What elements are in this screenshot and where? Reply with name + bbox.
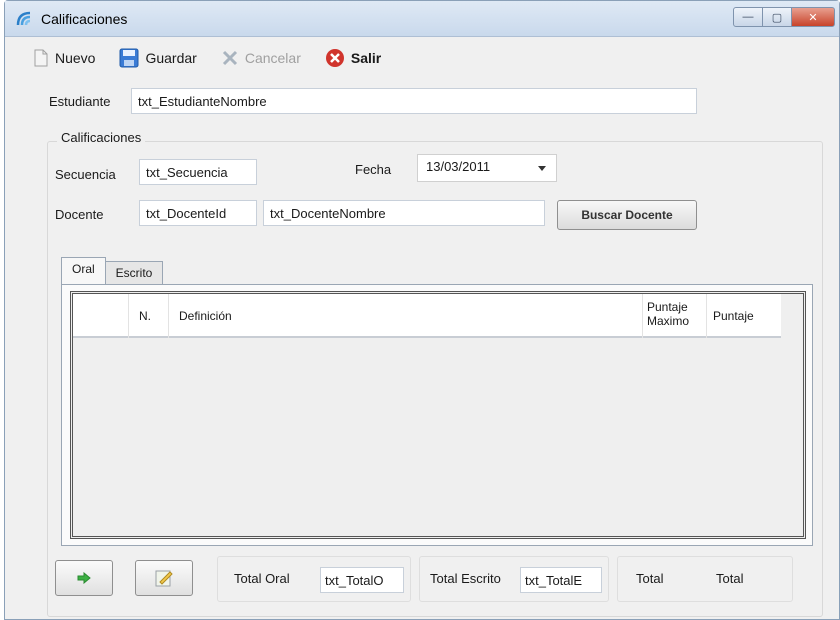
- column-header-max-score[interactable]: Puntaje Maximo: [643, 294, 707, 338]
- tab-oral[interactable]: Oral: [61, 257, 106, 285]
- save-floppy-icon: [119, 48, 139, 68]
- save-button-label: Guardar: [145, 50, 197, 66]
- window-controls: — ▢ ✕: [733, 7, 835, 29]
- oral-total-label: Total Oral: [234, 571, 290, 586]
- tab-escrito[interactable]: Escrito: [104, 261, 164, 285]
- edit-button[interactable]: [135, 560, 193, 596]
- grid-header: N. Definición Puntaje Maximo Puntaje: [73, 294, 781, 338]
- exit-button[interactable]: Salir: [325, 48, 381, 68]
- cancel-x-icon: [222, 50, 237, 66]
- written-total-label: Total Escrito: [430, 571, 501, 586]
- column-header-definition-label: Definición: [179, 309, 232, 323]
- new-document-icon: [34, 49, 48, 67]
- toolbar: Nuevo Guardar Cancelar Salir: [5, 45, 839, 71]
- column-header-score[interactable]: Puntaje: [707, 294, 781, 338]
- tab-strip: Oral Escrito: [61, 257, 164, 285]
- column-header-number-label: N.: [139, 309, 151, 323]
- minimize-button[interactable]: —: [733, 7, 763, 27]
- cancel-button-label: Cancelar: [244, 50, 301, 66]
- search-teacher-button[interactable]: Buscar Docente: [557, 200, 697, 230]
- sequence-field[interactable]: txt_Secuencia: [139, 159, 257, 185]
- written-total-box: Total Escrito txt_TotalE: [419, 556, 609, 602]
- grid-row-header-corner: [73, 294, 129, 338]
- calificaciones-window: Calificaciones — ▢ ✕ Nuevo Guardar Cance…: [4, 0, 840, 620]
- close-button[interactable]: ✕: [791, 7, 835, 27]
- student-label: Estudiante: [49, 94, 111, 109]
- grades-group-label: Calificaciones: [57, 130, 146, 145]
- edit-note-icon: [155, 570, 173, 587]
- column-header-score-label: Puntaje: [713, 309, 754, 323]
- app-icon: [16, 11, 31, 26]
- date-value: 13/03/2011: [426, 159, 491, 174]
- grand-total-box: Total Total: [617, 556, 793, 602]
- column-header-max-score-label: Puntaje Maximo: [647, 300, 690, 328]
- cancel-button[interactable]: Cancelar: [221, 49, 301, 67]
- column-header-number[interactable]: N.: [129, 294, 169, 338]
- oral-total-box: Total Oral txt_TotalO: [217, 556, 411, 602]
- column-header-definition[interactable]: Definición: [169, 294, 643, 338]
- window-title: Calificaciones: [41, 11, 128, 27]
- student-name-field[interactable]: txt_EstudianteNombre: [131, 88, 697, 114]
- grades-grid[interactable]: N. Definición Puntaje Maximo Puntaje: [70, 291, 806, 539]
- exit-button-label: Salir: [350, 50, 382, 66]
- teacher-name-field[interactable]: txt_DocenteNombre: [263, 200, 545, 226]
- teacher-id-field[interactable]: txt_DocenteId: [139, 200, 257, 226]
- teacher-label: Docente: [55, 207, 104, 222]
- written-total-field[interactable]: txt_TotalE: [520, 567, 602, 593]
- next-button[interactable]: [55, 560, 113, 596]
- maximize-button[interactable]: ▢: [762, 7, 792, 27]
- arrow-right-icon: [77, 572, 91, 584]
- grand-total-label: Total: [636, 571, 664, 586]
- new-button-label: Nuevo: [55, 50, 96, 66]
- date-picker[interactable]: 13/03/2011: [417, 154, 557, 182]
- save-button[interactable]: Guardar: [119, 48, 197, 68]
- date-label: Fecha: [355, 162, 392, 177]
- sequence-label: Secuencia: [55, 167, 116, 182]
- chevron-down-icon[interactable]: [538, 166, 546, 171]
- oral-total-field[interactable]: txt_TotalO: [320, 567, 404, 593]
- grand-total-value: Total: [716, 571, 744, 586]
- tab-panel-oral: N. Definición Puntaje Maximo Puntaje: [61, 284, 813, 546]
- title-bar[interactable]: Calificaciones — ▢ ✕: [5, 1, 839, 37]
- new-button[interactable]: Nuevo: [33, 49, 95, 67]
- exit-circle-icon: [325, 49, 344, 67]
